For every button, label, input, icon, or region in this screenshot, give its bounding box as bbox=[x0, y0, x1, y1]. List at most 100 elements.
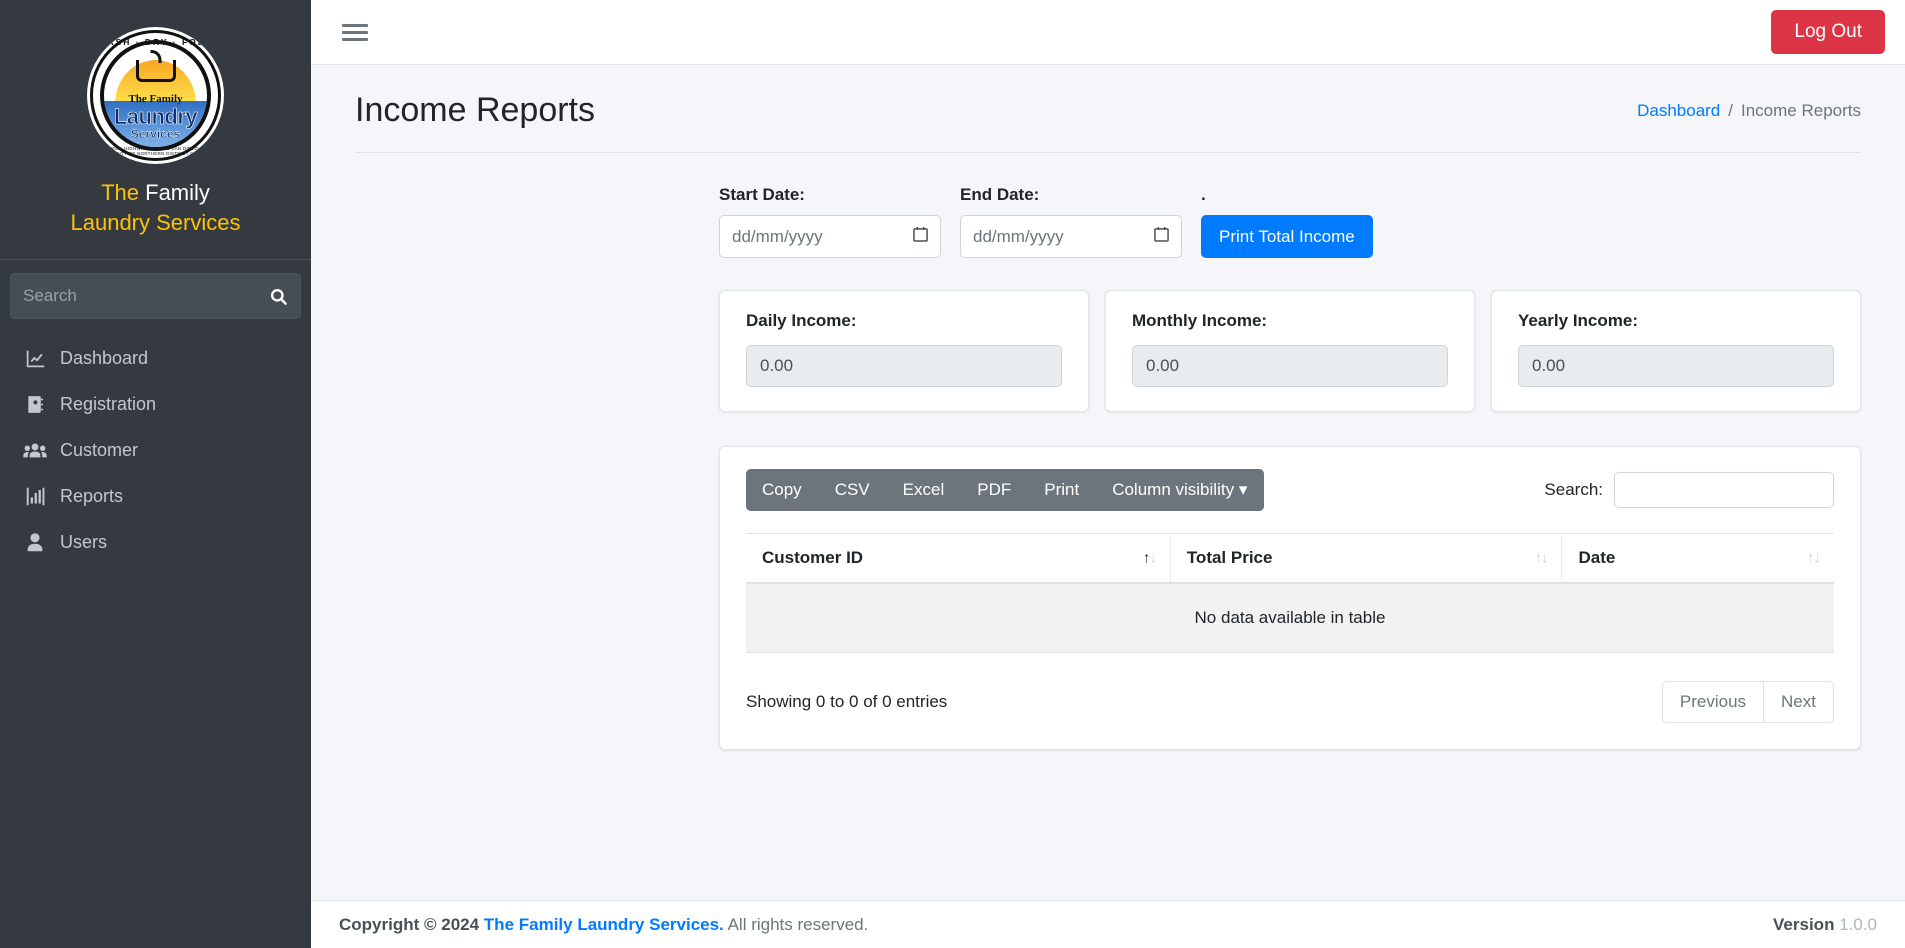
table-header-row: Customer ID ↑↓ Total Price ↑↓ Date ↑↓ bbox=[746, 533, 1834, 584]
version-number: 1.0.0 bbox=[1839, 914, 1877, 934]
sidebar-search-row bbox=[0, 260, 311, 329]
column-header-label: Total Price bbox=[1186, 548, 1273, 567]
sidebar-item-registration[interactable]: Registration bbox=[10, 383, 301, 426]
app-root: The Family Laundry Services WASH · DRY ·… bbox=[0, 0, 1905, 948]
brand-line-two: Laundry Services bbox=[70, 209, 241, 235]
income-cards-row: Daily Income: 0.00 Monthly Income: 0.00 … bbox=[311, 258, 1905, 412]
column-header-customer-id[interactable]: Customer ID ↑↓ bbox=[746, 533, 1171, 584]
print-total-income-button[interactable]: Print Total Income bbox=[1201, 215, 1373, 258]
start-date-placeholder: dd/mm/yyyy bbox=[732, 226, 823, 246]
yearly-income-label: Yearly Income: bbox=[1518, 311, 1639, 330]
content-area: Income Reports Dashboard / Income Report… bbox=[311, 65, 1905, 900]
logo-arc-bottom-text: NATIONAL HIGHWAY, VILLAGE SAN DIEGO CITY… bbox=[97, 146, 214, 156]
table-empty-row: No data available in table bbox=[746, 583, 1834, 653]
pagination: Previous Next bbox=[1661, 681, 1834, 723]
table-body: No data available in table bbox=[746, 583, 1834, 653]
column-header-date[interactable]: Date ↑↓ bbox=[1561, 533, 1834, 584]
datatable-export-buttons: Copy CSV Excel PDF Print Column visibili… bbox=[746, 469, 1265, 511]
logout-button[interactable]: Log Out bbox=[1771, 10, 1885, 54]
page-header: Income Reports Dashboard / Income Report… bbox=[311, 65, 1905, 130]
sidebar-item-customer[interactable]: Customer bbox=[10, 429, 301, 472]
column-header-total-price[interactable]: Total Price ↑↓ bbox=[1169, 533, 1562, 584]
sort-icon-none: ↑↓ bbox=[1534, 549, 1548, 567]
copyright-text: Copyright © 2024 The Family Laundry Serv… bbox=[339, 915, 868, 935]
column-header-label: Date bbox=[1578, 548, 1616, 567]
end-date-input[interactable]: dd/mm/yyyy bbox=[960, 215, 1182, 258]
copy-button[interactable]: Copy bbox=[746, 469, 819, 511]
datatable-search: Search: bbox=[1544, 472, 1834, 508]
sidebar-item-reports[interactable]: Reports bbox=[10, 475, 301, 518]
start-date-label: Start Date: bbox=[719, 185, 805, 204]
sidebar-item-label: Users bbox=[60, 532, 108, 553]
hamburger-icon[interactable] bbox=[339, 16, 371, 48]
income-table: Customer ID ↑↓ Total Price ↑↓ Date ↑↓ No… bbox=[746, 533, 1834, 653]
sort-icon-none: ↑↓ bbox=[1807, 549, 1821, 567]
end-date-placeholder: dd/mm/yyyy bbox=[973, 226, 1064, 246]
calendar-icon bbox=[1154, 226, 1169, 247]
brand-word-family: Family bbox=[145, 180, 210, 205]
monthly-income-value: 0.00 bbox=[1132, 345, 1448, 387]
hamburger-bar bbox=[342, 37, 368, 41]
chevron-down-icon: ▾ bbox=[1238, 480, 1248, 499]
search-button[interactable] bbox=[256, 273, 301, 320]
table-head: Customer ID ↑↓ Total Price ↑↓ Date ↑↓ bbox=[746, 533, 1834, 584]
breadcrumb-separator: / bbox=[1728, 100, 1733, 120]
column-visibility-button[interactable]: Column visibility ▾ bbox=[1096, 469, 1265, 511]
chart-line-icon bbox=[23, 348, 47, 369]
print-button[interactable]: Print bbox=[1028, 469, 1097, 511]
column-header-label: Customer ID bbox=[762, 548, 864, 567]
sidebar-item-dashboard[interactable]: Dashboard bbox=[10, 337, 301, 380]
search-input[interactable] bbox=[10, 273, 256, 320]
rights-text: All rights reserved. bbox=[727, 914, 869, 934]
daily-income-label: Daily Income: bbox=[746, 311, 857, 330]
page-footer: Copyright © 2024 The Family Laundry Serv… bbox=[311, 900, 1905, 948]
version-text: Version 1.0.0 bbox=[1773, 915, 1877, 935]
start-date-input[interactable]: dd/mm/yyyy bbox=[719, 215, 941, 258]
yearly-income-card: Yearly Income: 0.00 bbox=[1491, 290, 1861, 412]
company-logo: The Family Laundry Services WASH · DRY ·… bbox=[87, 27, 224, 164]
print-field: . Print Total Income bbox=[1201, 185, 1373, 258]
start-date-field: Start Date: dd/mm/yyyy bbox=[719, 185, 941, 258]
calendar-icon bbox=[913, 226, 928, 247]
sidebar-item-label: Registration bbox=[60, 394, 157, 415]
pagination-previous-button[interactable]: Previous bbox=[1661, 681, 1765, 723]
datatable-search-label: Search: bbox=[1544, 480, 1603, 499]
pagination-next-button[interactable]: Next bbox=[1764, 681, 1834, 723]
company-link[interactable]: The Family Laundry Services. bbox=[484, 915, 724, 934]
sidebar-nav: Dashboard Registration Customer Reports … bbox=[0, 337, 311, 567]
sidebar-item-label: Customer bbox=[60, 440, 139, 461]
search-icon bbox=[270, 288, 287, 305]
table-empty-message: No data available in table bbox=[746, 583, 1834, 653]
datatable-footer: Showing 0 to 0 of 0 entries Previous Nex… bbox=[746, 681, 1834, 723]
breadcrumb-current: Income Reports bbox=[1741, 100, 1861, 120]
sort-icon-ascending: ↑↓ bbox=[1142, 549, 1157, 567]
sidebar-item-users[interactable]: Users bbox=[10, 521, 301, 564]
print-field-label: . bbox=[1201, 185, 1206, 204]
sidebar-item-label: Reports bbox=[60, 486, 124, 507]
version-label: Version bbox=[1773, 914, 1835, 934]
end-date-label: End Date: bbox=[960, 185, 1040, 204]
user-icon bbox=[23, 532, 47, 553]
breadcrumb-link-dashboard[interactable]: Dashboard bbox=[1637, 101, 1720, 121]
daily-income-value: 0.00 bbox=[746, 345, 1062, 387]
topbar: Log Out bbox=[311, 0, 1905, 65]
monthly-income-label: Monthly Income: bbox=[1132, 311, 1268, 330]
breadcrumb: Dashboard / Income Reports bbox=[1637, 101, 1861, 121]
brand-logo-wrap: The Family Laundry Services WASH · DRY ·… bbox=[0, 0, 311, 164]
main-region: Log Out Income Reports Dashboard / Incom… bbox=[311, 0, 1905, 948]
brand-word-the: The bbox=[101, 180, 139, 205]
column-visibility-label: Column visibility bbox=[1112, 480, 1235, 499]
csv-button[interactable]: CSV bbox=[818, 469, 887, 511]
filter-row: Start Date: dd/mm/yyyy End Date: dd/mm/y… bbox=[311, 153, 1905, 258]
brand-title: The Family Laundry Services bbox=[0, 164, 311, 259]
sidebar-item-label: Dashboard bbox=[60, 348, 149, 369]
logo-outer-ring bbox=[90, 30, 221, 161]
monthly-income-card: Monthly Income: 0.00 bbox=[1105, 290, 1475, 412]
address-book-icon bbox=[23, 394, 47, 415]
excel-button[interactable]: Excel bbox=[886, 469, 962, 511]
income-table-panel: Copy CSV Excel PDF Print Column visibili… bbox=[719, 446, 1861, 750]
sidebar: The Family Laundry Services WASH · DRY ·… bbox=[0, 0, 311, 948]
pdf-button[interactable]: PDF bbox=[961, 469, 1029, 511]
datatable-search-input[interactable] bbox=[1614, 472, 1834, 508]
users-icon bbox=[23, 441, 47, 461]
